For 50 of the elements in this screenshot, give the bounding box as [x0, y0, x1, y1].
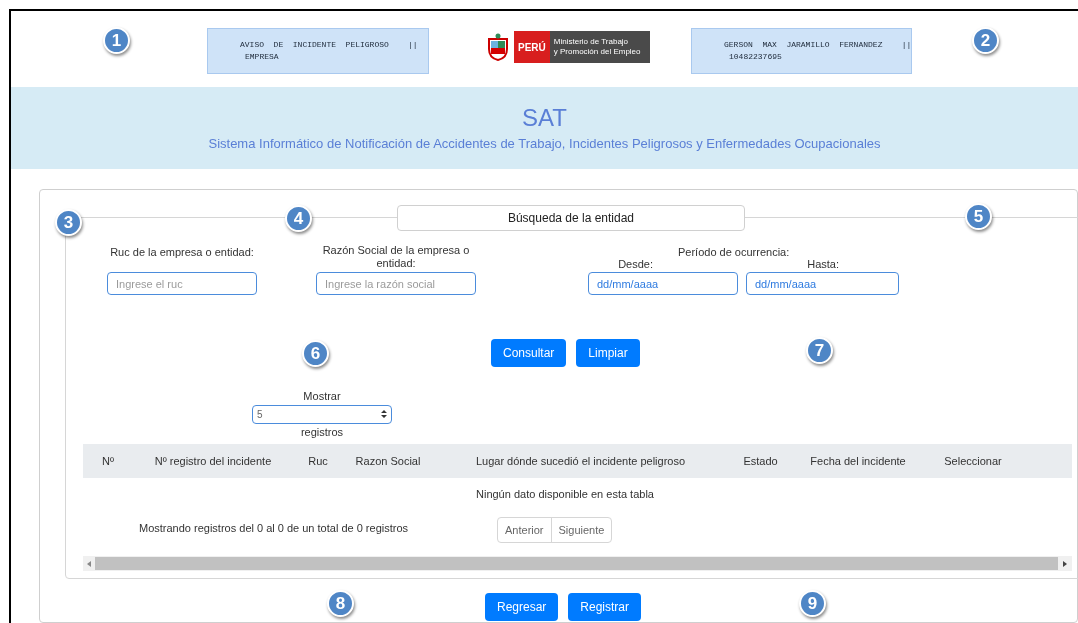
country-label: PERÚ — [514, 31, 550, 63]
column-header: Fecha del incidente — [809, 453, 907, 469]
column-header: Nº — [101, 453, 115, 469]
app-title: SAT — [522, 104, 567, 132]
fieldset-legend: Búsqueda de la entidad — [397, 205, 745, 231]
coat-of-arms-icon — [485, 33, 511, 61]
field-label: Hasta: — [807, 258, 839, 270]
previous-page-button[interactable]: Anterior — [498, 518, 551, 542]
number-marker: 9 — [799, 590, 826, 617]
number-marker: 7 — [806, 337, 833, 364]
field-label: Mostrar — [303, 389, 341, 404]
page-size-select[interactable]: 5 — [252, 404, 392, 424]
register-button[interactable]: Registrar — [568, 593, 642, 621]
table-info: Mostrando registros del 0 al 0 de un total de 0 registros — [139, 521, 409, 536]
search-button[interactable]: Consultar — [491, 339, 567, 367]
number-marker: 3 — [55, 209, 82, 236]
ministry-name: Ministerio de Trabajo — [553, 37, 630, 47]
column-header: Razon Social — [354, 453, 422, 469]
field-label: Ruc de la empresa o entidad: — [110, 245, 254, 260]
user-name: GERSON MAX JARAMILLO FERNANDEZ || — [724, 39, 911, 51]
form-title: AVISO DE INCIDENTE PELIGROSO || — [240, 39, 419, 51]
number-marker: 8 — [327, 590, 354, 617]
field-label: Desde: — [618, 258, 653, 270]
company-name-field[interactable]: Ingrese la razón social — [316, 272, 476, 295]
user-ruc: 10482237695 — [728, 51, 783, 63]
empty-table-message: Ningún dato disponible en esta tabla — [476, 487, 654, 502]
app-subtitle: Sistema Informático de Notificación de Accidentes de Trabajo, Incidentes Peligrosos y Enfermedades Ocupacionales — [207, 136, 882, 152]
column-header: Lugar dónde sucedió el incidente peligroso — [474, 453, 687, 469]
horizontal-scrollbar[interactable] — [83, 556, 1072, 571]
back-button[interactable]: Regresar — [485, 593, 559, 621]
number-marker: 1 — [103, 27, 130, 54]
clear-button[interactable]: Limpiar — [576, 339, 640, 367]
ruc-field[interactable]: Ingrese el ruc — [107, 272, 257, 295]
field-label: Razón Social de la empresa o entidad: — [321, 244, 471, 270]
date-from-field[interactable]: dd/mm/aaaa — [588, 272, 738, 295]
updown-caret-icon — [381, 410, 387, 418]
number-marker: 5 — [965, 203, 992, 230]
field-label: Período de ocurrencia: — [678, 245, 790, 260]
number-marker: 6 — [302, 340, 329, 367]
number-marker: 4 — [285, 205, 312, 232]
date-to-field[interactable]: dd/mm/aaaa — [746, 272, 899, 295]
column-header: Nº registro del incidente — [153, 453, 273, 469]
field-label: registros — [300, 424, 344, 440]
form-subtitle: EMPRESA — [244, 51, 280, 63]
ministry-name: y Promoción del Empleo — [553, 47, 642, 57]
number-marker: 2 — [972, 27, 999, 54]
next-page-button[interactable]: Siguiente — [550, 518, 612, 542]
column-header: Ruc — [307, 453, 329, 469]
column-header: Estado — [742, 453, 779, 469]
column-header: Seleccionar — [943, 453, 1003, 469]
